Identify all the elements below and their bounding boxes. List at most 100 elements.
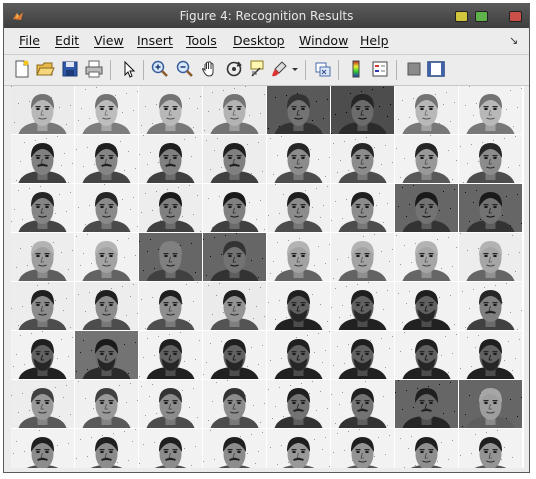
face-image	[459, 135, 523, 184]
colorbar-icon[interactable]	[346, 59, 366, 79]
face-image	[331, 380, 395, 429]
face-image	[203, 331, 267, 380]
menu-edit[interactable]: Edit	[55, 33, 79, 48]
toolbar-separator	[110, 60, 111, 80]
face-image	[267, 233, 331, 282]
toolbar-separator	[396, 60, 397, 80]
figure-canvas	[11, 86, 524, 468]
face-image	[203, 233, 267, 282]
toolbar-separator	[305, 60, 306, 80]
face-image	[331, 233, 395, 282]
face-image	[331, 429, 395, 468]
menu-insert[interactable]: Insert	[137, 33, 173, 48]
face-image	[459, 184, 523, 233]
close-button[interactable]	[509, 11, 522, 22]
title-bar: Figure 4: Recognition Results	[4, 4, 529, 28]
face-image	[11, 429, 75, 468]
face-image	[203, 184, 267, 233]
face-image	[267, 429, 331, 468]
pan-icon[interactable]	[200, 59, 220, 79]
face-image	[459, 233, 523, 282]
face-image	[459, 86, 523, 135]
face-image	[139, 429, 203, 468]
link-plot-icon[interactable]	[313, 59, 333, 79]
face-image	[75, 86, 139, 135]
face-image	[75, 233, 139, 282]
face-image	[139, 86, 203, 135]
rotate-3d-icon[interactable]	[224, 59, 244, 79]
face-image	[139, 282, 203, 331]
menu-tools[interactable]: Tools	[186, 33, 217, 48]
face-image	[459, 282, 523, 331]
brush-icon[interactable]	[270, 59, 290, 79]
face-image	[395, 380, 459, 429]
zoom-in-icon[interactable]	[150, 59, 170, 79]
brush-dropdown-icon[interactable]	[290, 59, 300, 79]
minimize-button[interactable]	[455, 11, 468, 22]
face-image	[139, 380, 203, 429]
face-image	[11, 233, 75, 282]
face-image	[395, 86, 459, 135]
face-image	[331, 86, 395, 135]
face-image	[11, 86, 75, 135]
zoom-out-icon[interactable]	[175, 59, 195, 79]
face-image	[459, 380, 523, 429]
face-image	[267, 282, 331, 331]
face-image	[395, 429, 459, 468]
face-image	[267, 135, 331, 184]
menu-window[interactable]: Window	[299, 33, 348, 48]
menu-help[interactable]: Help	[360, 33, 389, 48]
face-image	[395, 282, 459, 331]
pointer-icon[interactable]	[119, 59, 139, 79]
face-image	[11, 331, 75, 380]
show-plot-tools-icon[interactable]	[426, 59, 446, 79]
menu-view[interactable]: View	[94, 33, 124, 48]
face-image	[75, 282, 139, 331]
face-image	[203, 429, 267, 468]
face-image	[203, 282, 267, 331]
face-image	[11, 282, 75, 331]
face-image	[459, 331, 523, 380]
face-image	[75, 184, 139, 233]
print-icon[interactable]	[84, 59, 104, 79]
dock-arrow-icon[interactable]: ↘	[509, 34, 518, 47]
figure-toolbar	[4, 55, 529, 86]
face-image	[75, 135, 139, 184]
face-image	[331, 282, 395, 331]
face-image	[203, 380, 267, 429]
open-file-icon[interactable]	[35, 59, 55, 79]
toolbar-separator	[143, 60, 144, 80]
face-image	[267, 184, 331, 233]
face-image	[331, 331, 395, 380]
hide-plot-tools-icon[interactable]	[404, 59, 424, 79]
save-icon[interactable]	[60, 59, 80, 79]
face-image	[11, 184, 75, 233]
face-image	[459, 429, 523, 468]
face-image	[11, 380, 75, 429]
data-cursor-icon[interactable]	[248, 59, 268, 79]
new-figure-icon[interactable]	[12, 59, 32, 79]
face-image	[203, 135, 267, 184]
face-image	[331, 135, 395, 184]
face-image	[395, 331, 459, 380]
toolbar-separator	[338, 60, 339, 80]
face-image	[139, 331, 203, 380]
menu-bar: File Edit View Insert Tools Desktop Wind…	[4, 28, 529, 55]
face-image	[395, 135, 459, 184]
face-image	[75, 380, 139, 429]
window-title: Figure 4: Recognition Results	[179, 9, 354, 23]
menu-desktop[interactable]: Desktop	[233, 33, 285, 48]
face-image	[139, 135, 203, 184]
face-image	[203, 86, 267, 135]
menu-file[interactable]: File	[19, 33, 40, 48]
maximize-button[interactable]	[475, 11, 488, 22]
face-image	[75, 429, 139, 468]
face-image	[139, 233, 203, 282]
face-image	[139, 184, 203, 233]
face-image	[331, 184, 395, 233]
face-image	[267, 86, 331, 135]
legend-icon[interactable]	[370, 59, 390, 79]
figure-window: Figure 4: Recognition Results File Edit …	[3, 3, 530, 473]
face-image	[75, 331, 139, 380]
face-image-grid	[11, 86, 524, 468]
